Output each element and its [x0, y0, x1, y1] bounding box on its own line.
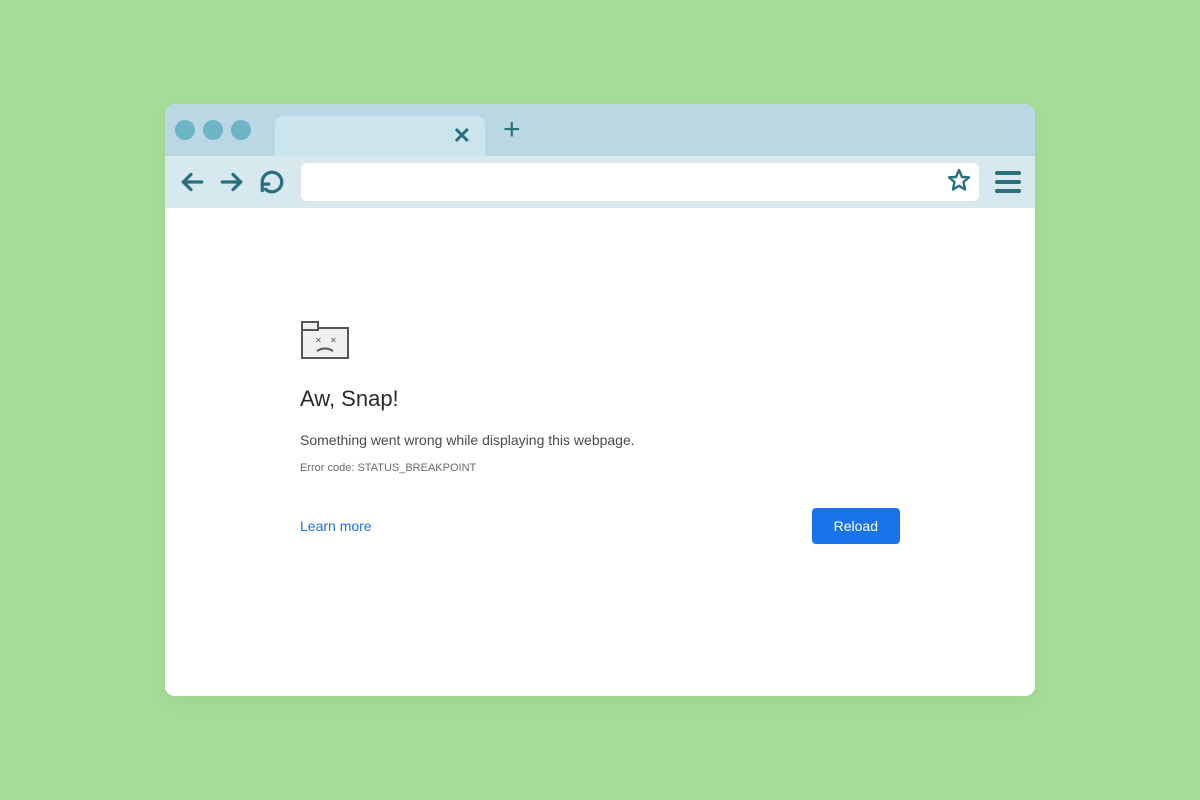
new-tab-button[interactable]: + [503, 115, 521, 145]
back-button[interactable] [175, 165, 209, 199]
tab-strip: ✕ + [165, 104, 1035, 156]
hamburger-menu-button[interactable] [991, 165, 1025, 199]
bookmark-star-icon[interactable] [947, 168, 971, 197]
browser-tab[interactable]: ✕ [275, 116, 485, 156]
reload-page-button[interactable]: Reload [812, 508, 900, 544]
address-input[interactable] [309, 174, 947, 191]
reload-button[interactable] [255, 165, 289, 199]
address-bar[interactable] [301, 163, 979, 201]
error-title: Aw, Snap! [300, 386, 900, 412]
close-tab-icon[interactable]: ✕ [453, 123, 471, 149]
window-control-close[interactable] [175, 120, 195, 140]
sad-folder-icon: ✕ ✕ [300, 320, 350, 360]
svg-text:✕: ✕ [315, 336, 322, 345]
error-panel: ✕ ✕ Aw, Snap! Something went wrong while… [300, 320, 900, 696]
svg-text:✕: ✕ [330, 336, 337, 345]
learn-more-link[interactable]: Learn more [300, 518, 372, 534]
error-message: Something went wrong while displaying th… [300, 432, 900, 448]
error-actions: Learn more Reload [300, 508, 900, 544]
error-code: Error code: STATUS_BREAKPOINT [300, 462, 900, 474]
window-control-minimize[interactable] [203, 120, 223, 140]
window-control-maximize[interactable] [231, 120, 251, 140]
toolbar [165, 156, 1035, 208]
browser-window: ✕ + ✕ [165, 104, 1035, 696]
page-content: ✕ ✕ Aw, Snap! Something went wrong while… [165, 208, 1035, 696]
forward-button[interactable] [215, 165, 249, 199]
